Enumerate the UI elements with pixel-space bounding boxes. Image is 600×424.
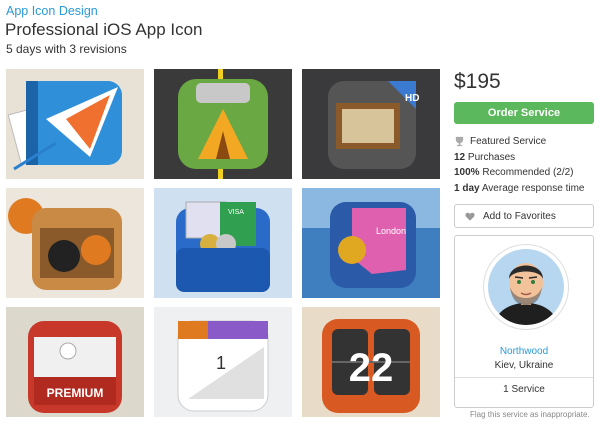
- flag-link[interactable]: Flag this service as inappropriate.: [470, 410, 590, 419]
- london-label: London: [376, 226, 406, 236]
- recommended-row: 100% Recommended (2/2): [454, 165, 594, 181]
- response-row: 1 day Average response time: [454, 181, 594, 197]
- visa-card-label: VISA: [228, 209, 244, 216]
- favorites-label: Add to Favorites: [483, 210, 556, 222]
- featured-row: Featured Service: [454, 134, 594, 150]
- recommended-label: Recommended (2/2): [482, 167, 574, 178]
- portfolio-icon-picture-frame[interactable]: HD: [302, 69, 440, 179]
- add-to-favorites-button[interactable]: Add to Favorites: [454, 204, 594, 228]
- seller-location: Kiev, Ukraine: [494, 360, 554, 371]
- response-label: Average response time: [481, 182, 585, 194]
- purchases-label: Purchases: [467, 151, 516, 163]
- heart-icon: [465, 212, 475, 221]
- seller-services-link[interactable]: 1 Service: [455, 384, 593, 395]
- portfolio-icon-medkit[interactable]: PREMIUM: [6, 307, 144, 417]
- portfolio-grid: HD VISA London PREMIUM 1 22: [6, 69, 440, 419]
- seller-card: Northwood Kiev, Ukraine 1 Service: [454, 235, 594, 408]
- response-time: 1 day: [454, 182, 480, 194]
- portfolio-icon-book[interactable]: [6, 69, 144, 179]
- recommended-percent: 100%: [454, 167, 480, 178]
- service-stats: Featured Service 12 Purchases 100% Recom…: [454, 134, 594, 196]
- breadcrumb[interactable]: App Icon Design: [6, 4, 98, 18]
- purchases-count: 12: [454, 151, 466, 163]
- featured-label: Featured Service: [470, 136, 547, 147]
- avatar-icon: [488, 249, 564, 325]
- purchases-row: 12 Purchases: [454, 150, 594, 166]
- trophy-icon: [455, 137, 464, 147]
- order-service-button[interactable]: Order Service: [454, 102, 594, 124]
- portfolio-icon-flip-clock[interactable]: 22: [302, 307, 440, 417]
- page-title: Professional iOS App Icon: [5, 20, 203, 39]
- seller-name[interactable]: Northwood: [455, 346, 593, 357]
- hd-badge: HD: [405, 93, 419, 104]
- portfolio-icon-calendar[interactable]: 1 2: [154, 307, 292, 417]
- price: $195: [454, 70, 501, 93]
- premium-label: PREMIUM: [47, 386, 104, 400]
- calendar-old-day: 1: [216, 353, 226, 373]
- portfolio-icon-medal[interactable]: London: [302, 188, 440, 298]
- card-divider: [455, 377, 593, 378]
- flip-clock-digits: 22: [349, 346, 394, 390]
- seller-avatar[interactable]: [483, 244, 569, 330]
- delivery-subtitle: 5 days with 3 revisions: [6, 42, 127, 56]
- portfolio-icon-wallet[interactable]: VISA: [154, 188, 292, 298]
- portfolio-icon-camping[interactable]: [154, 69, 292, 179]
- service-sidebar: $195 Order Service Featured Service 12 P…: [454, 69, 594, 408]
- portfolio-icon-sports-box[interactable]: [6, 188, 144, 298]
